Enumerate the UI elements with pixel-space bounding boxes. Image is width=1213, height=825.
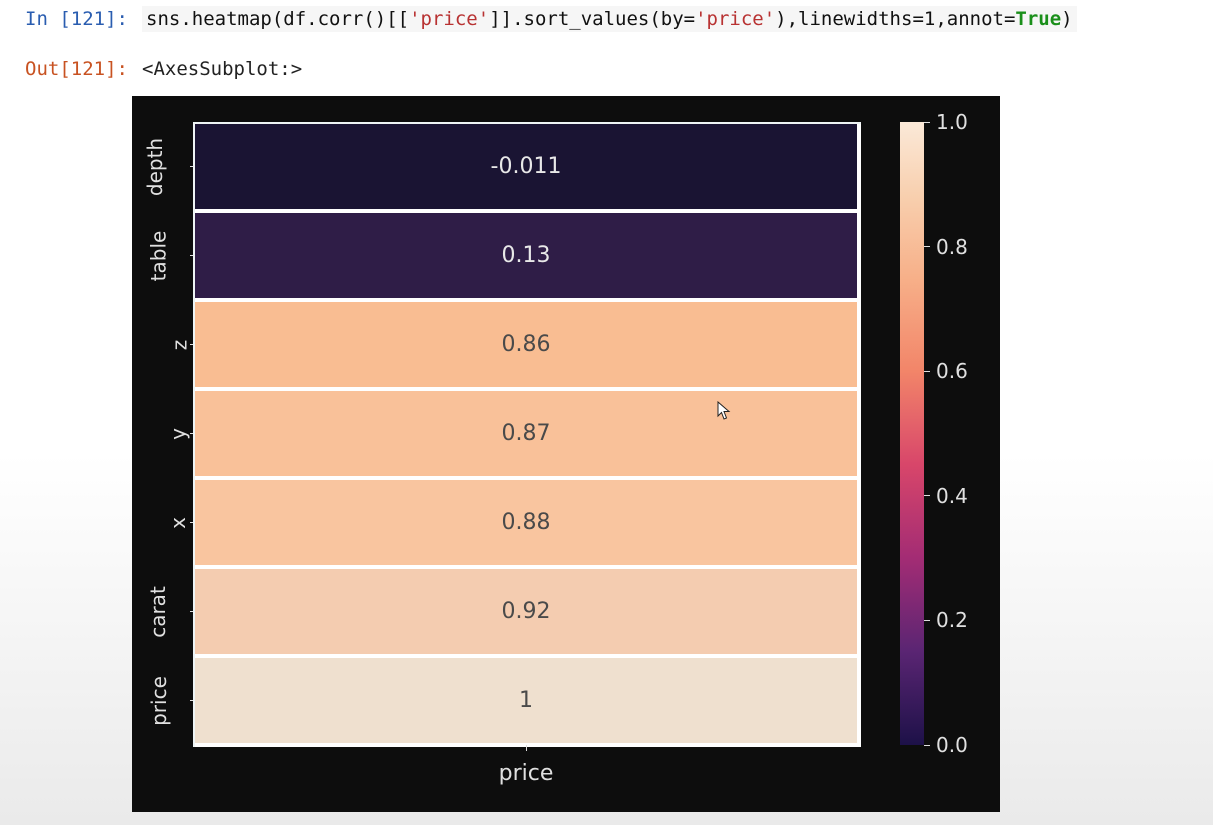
colorbar-ticks: 0.00.20.40.60.81.0: [924, 122, 970, 745]
y-tick-label: price: [132, 656, 190, 745]
x-axis-label: price: [193, 761, 859, 786]
y-axis-labels: depthtablezyxcaratprice: [132, 122, 190, 745]
colorbar-tick: 0.6: [924, 359, 968, 383]
heatmap-row: -0.011: [195, 124, 861, 213]
colorbar: [900, 122, 924, 745]
heatmap-figure: depthtablezyxcaratprice -0.0110.130.860.…: [132, 96, 1000, 812]
cell-value: 0.13: [502, 243, 551, 268]
cell-value: 0.88: [502, 510, 551, 535]
heatmap-row: 0.86: [195, 302, 861, 391]
heatmap-row: 0.13: [195, 213, 861, 302]
y-tick-label: carat: [132, 567, 190, 656]
heatmap-plot: -0.011 0.13 0.86 0.87 0.88 0.92 1: [193, 122, 861, 747]
colorbar-tick: 0.4: [924, 484, 968, 508]
heatmap-row: 0.92: [195, 569, 861, 658]
y-tick-label: z: [132, 300, 190, 389]
colorbar-tick: 0.0: [924, 733, 968, 757]
input-prompt: In [121]:: [10, 6, 142, 30]
cell-value: -0.011: [491, 154, 562, 179]
cell-value: 0.87: [502, 421, 551, 446]
output-text: <AxesSubplot:>: [142, 56, 302, 80]
colorbar-tick: 0.2: [924, 608, 968, 632]
cell-value: 0.92: [502, 599, 551, 624]
code-cell[interactable]: sns.heatmap(df.corr()[['price']].sort_va…: [142, 6, 1077, 32]
y-tick-label: x: [132, 478, 190, 567]
output-prompt: Out[121]:: [10, 56, 142, 80]
heatmap-row: 1: [195, 658, 861, 747]
y-tick-label: table: [132, 211, 190, 300]
colorbar-tick: 0.8: [924, 235, 968, 259]
heatmap-row: 0.88: [195, 480, 861, 569]
y-tick-label: depth: [132, 122, 190, 211]
y-tick-label: y: [132, 389, 190, 478]
cell-value: 1: [519, 688, 533, 713]
colorbar-tick: 1.0: [924, 110, 968, 134]
cell-value: 0.86: [502, 332, 551, 357]
heatmap-row: 0.87: [195, 391, 861, 480]
